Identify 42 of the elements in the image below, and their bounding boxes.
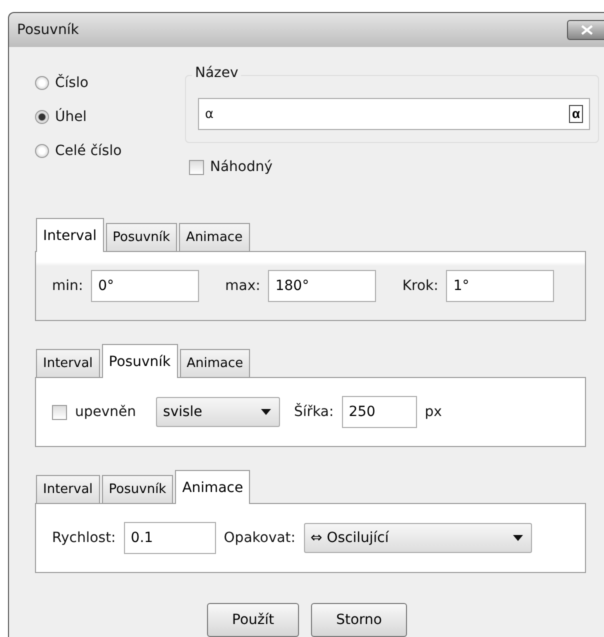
window-title: Posuvník [17,22,79,38]
orientation-dropdown[interactable]: svisle [156,397,280,427]
checkbox-label: Náhodný [210,159,273,175]
radio-label: Číslo [55,75,88,91]
checkbox-label: upevněn [75,404,136,420]
caret-icon [261,409,272,415]
symbol-button[interactable]: α [569,105,583,123]
radio-label: Úhel [55,109,87,125]
field-label: Šířka: [294,404,334,420]
field-label: Krok: [402,278,438,294]
unit-label: px [424,404,442,420]
tab[interactable]: Interval [36,218,104,252]
input-field[interactable]: 250 [342,396,417,428]
field-label: max: [225,278,260,294]
input-field[interactable]: 1° [446,270,554,302]
radio-button[interactable] [35,76,49,90]
tab[interactable]: Posuvník [102,344,178,378]
field-label: min: [52,278,84,294]
dialog-button[interactable]: Použít [207,603,300,637]
close-button[interactable] [567,20,604,40]
tab[interactable]: Interval [36,475,100,503]
field-label: Rychlost: [52,530,116,546]
field-label: Opakovat: [224,530,296,546]
input-field[interactable]: 0° [91,270,200,302]
caret-icon [512,535,523,541]
radio-button[interactable] [35,110,49,124]
input-field[interactable]: 180° [268,270,376,302]
tab[interactable]: Interval [36,349,100,377]
tab[interactable]: Animace [180,349,250,377]
name-field[interactable]: α α [198,98,590,130]
tab[interactable]: Posuvník [102,475,174,503]
input-field[interactable]: 0.1 [124,522,216,554]
checkbox[interactable] [189,160,204,174]
checkbox[interactable] [52,404,67,420]
dialog-button[interactable]: Storno [311,603,407,637]
radio-button[interactable] [35,144,49,158]
radio-label: Celé číslo [55,143,122,159]
close-icon [580,25,592,35]
tab[interactable]: Animace [175,470,250,504]
repeat-dropdown[interactable]: ⇔ Oscilující [304,523,532,553]
tab[interactable]: Posuvník [106,223,178,251]
tab[interactable]: Animace [179,223,250,251]
